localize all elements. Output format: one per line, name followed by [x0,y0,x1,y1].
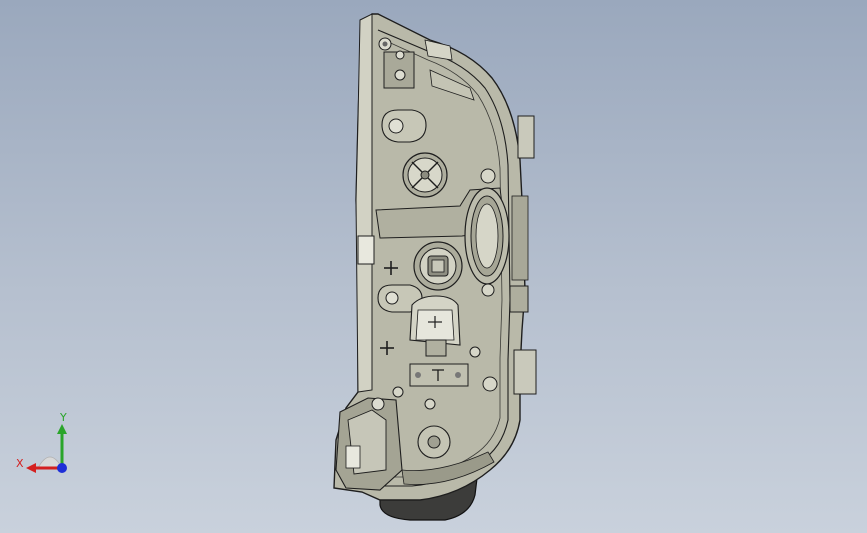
right-tab-middle [509,285,529,313]
headlamp-housing-model[interactable] [0,0,867,533]
x-axis-label: X [16,457,24,470]
bulb-socket-oval [464,187,510,285]
adjuster-gear [402,152,448,198]
right-tab-upper [517,115,535,159]
left-flange [355,13,373,393]
lower-mechanism [335,397,403,491]
cad-viewport[interactable]: Y X [0,0,867,533]
axis-triad: Y X [10,410,80,480]
y-axis-label: Y [60,411,67,424]
right-tab-lower [513,349,537,395]
bulb-socket-round [413,241,463,291]
